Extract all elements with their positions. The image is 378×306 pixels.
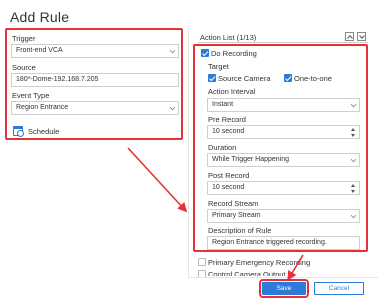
arrow-to-save: [287, 254, 304, 281]
annotation-arrows: [127, 147, 304, 281]
arrow-to-actions: [127, 147, 188, 213]
